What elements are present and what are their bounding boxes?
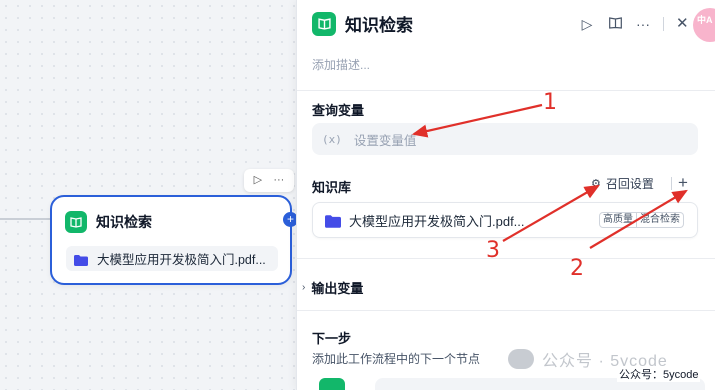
node-file-name: 大模型应用开发极简入门.pdf... [97,253,266,267]
settings-sliders-icon: ⚙ [591,178,601,190]
more-icon[interactable]: ··· [629,14,657,34]
wechat-icon [508,349,534,369]
query-variable-label: 查询变量 [312,103,365,118]
annotation-number-3: 3 [486,238,500,263]
folder-icon [74,253,88,266]
book-icon [312,11,336,36]
divider [297,258,715,259]
annotation-number-2: 2 [570,256,584,281]
quality-badge: 高质量 [599,212,637,228]
header-separator [663,17,664,31]
query-variable-placeholder: 设置变量值 [353,133,417,148]
next-step-description: 添加此工作流程中的下一个节点 [312,352,481,366]
knowledge-retrieval-node[interactable]: 知识检索 大模型应用开发极简入门.pdf... [50,195,292,285]
more-icon[interactable]: ··· [273,175,284,186]
description-field[interactable]: 添加描述... [312,56,370,73]
panel-title[interactable]: 知识检索 [345,11,413,36]
output-variables-label: 输出变量 [311,281,364,296]
node-title: 知识检索 [96,214,152,230]
node-file-chip: 大模型应用开发极简入门.pdf... [66,246,278,271]
next-step-label: 下一步 [312,331,352,346]
kb-separator [671,177,672,190]
close-icon[interactable]: ✕ [676,14,689,32]
chevron-right-icon: › [302,282,306,293]
recall-settings-label: 召回设置 [605,177,654,191]
node-toolbar: ▷ ··· [244,169,294,192]
annotation-number-1: 1 [543,90,557,115]
help-book-icon[interactable] [601,14,629,34]
variable-icon: (x) [322,132,342,146]
watermark-footer: 公众号：5ycode [617,366,701,382]
node-config-panel: 知识检索 ▷ ··· 添加描述... 查询变量 (x) 设置变量值 知识库 ⚙ … [296,0,715,390]
query-variable-input[interactable]: (x) 设置变量值 [312,123,698,155]
knowledge-base-label: 知识库 [312,180,352,195]
edge-connector [0,218,52,220]
knowledge-file-name: 大模型应用开发极简入门.pdf... [349,213,525,229]
output-variables-toggle[interactable]: › 输出变量 [302,278,363,297]
next-node-icon [319,378,345,390]
divider [297,310,715,311]
divider [297,90,715,91]
add-knowledge-icon[interactable]: + [678,173,688,193]
folder-icon [325,214,341,228]
play-icon[interactable]: ▷ [254,175,262,186]
mixed-search-badge: 混合检索 [637,212,684,228]
book-icon [65,211,87,233]
knowledge-item[interactable]: 大模型应用开发极简入门.pdf... 高质量 混合检索 [312,202,698,238]
run-icon[interactable]: ▷ [573,14,601,34]
recall-settings-button[interactable]: ⚙ 召回设置 [591,175,654,192]
